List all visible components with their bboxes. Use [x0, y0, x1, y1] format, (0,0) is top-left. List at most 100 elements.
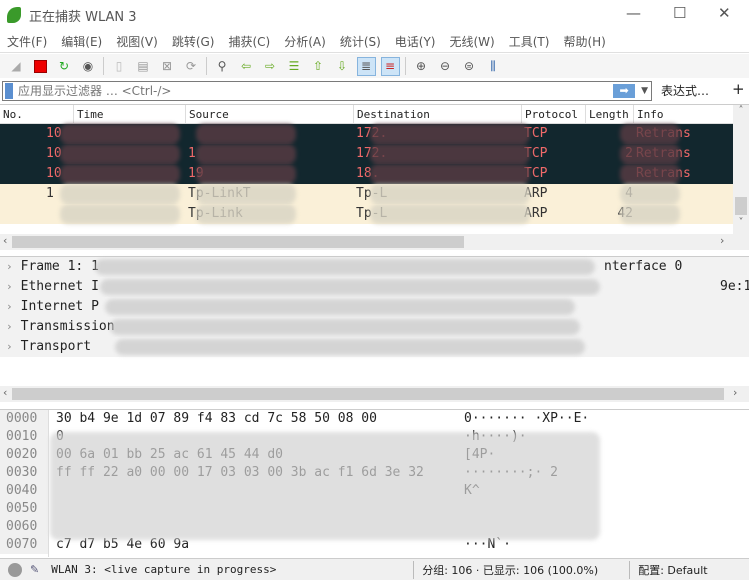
expression-button[interactable]: 表达式… [661, 82, 709, 99]
go-to-packet-icon[interactable]: ☰ [285, 57, 304, 76]
stop-capture-icon[interactable] [31, 57, 50, 76]
save-file-icon[interactable]: ▤ [134, 57, 153, 76]
packet-row[interactable]: 101918.TCPRetrans [0, 164, 749, 184]
expand-arrow-icon[interactable]: › [6, 300, 13, 313]
close-button[interactable]: ✕ [718, 4, 731, 22]
column-header-time[interactable]: Time [73, 105, 185, 123]
main-toolbar: ◢ ↻ ◉ ▯ ▤ ⊠ ⟳ ⚲ ⇦ ⇨ ☰ ⇧ ⇩ ≣ ≡ ⊕ ⊖ ⊜ ⫼ [0, 54, 749, 78]
hex-offset: 0060 [0, 518, 48, 536]
autoscroll-icon[interactable]: ≣ [356, 56, 376, 76]
display-filter-bar: ➡ ▼ [2, 81, 652, 101]
detail-tail: 9e:1 [720, 279, 749, 294]
packet-cell-protocol: TCP [524, 126, 548, 141]
menu-telephony[interactable]: 电话(Y) [395, 33, 436, 50]
column-header-destination[interactable]: Destination [353, 105, 521, 123]
zoom-in-icon[interactable]: ⊕ [412, 57, 431, 76]
detail-row[interactable]: › Frame 1: 1 nterface 0 [0, 257, 749, 277]
menu-capture[interactable]: 捕获(C) [228, 33, 270, 50]
hex-bytes: 30 b4 9e 1d 07 89 f4 83 cd 7c 58 50 08 0… [56, 411, 377, 426]
packet-row[interactable]: Tp-LinkTp-LARP42 [0, 204, 749, 224]
capture-options-icon[interactable]: ◉ [79, 57, 98, 76]
details-horizontal-scrollbar[interactable]: ‹ › [0, 386, 749, 402]
close-file-icon[interactable]: ⊠ [158, 57, 177, 76]
detail-row[interactable]: › Internet P [0, 297, 749, 317]
resize-columns-icon[interactable]: ⫼ [484, 57, 503, 76]
go-back-icon[interactable]: ⇦ [237, 57, 256, 76]
expand-arrow-icon[interactable]: › [6, 340, 13, 353]
hex-offset: 0010 [0, 428, 48, 446]
redacted-region [370, 204, 530, 224]
detail-row[interactable]: › Ethernet I 9e:1 [0, 277, 749, 297]
redacted-region [196, 144, 296, 164]
find-packet-icon[interactable]: ⚲ [213, 57, 232, 76]
hex-row[interactable]: 0000 30 b4 9e 1d 07 89 f4 83 cd 7c 58 50 … [0, 410, 749, 428]
hex-offset: 0020 [0, 446, 48, 464]
open-file-icon[interactable]: ▯ [110, 57, 129, 76]
go-forward-icon[interactable]: ⇨ [261, 57, 280, 76]
redacted-region [196, 164, 296, 184]
menu-analyze[interactable]: 分析(A) [284, 33, 326, 50]
expand-arrow-icon[interactable]: › [6, 280, 13, 293]
packet-list-horizontal-scrollbar[interactable]: ‹ › [0, 234, 749, 250]
column-header-source[interactable]: Source [185, 105, 353, 123]
redacted-region [196, 124, 296, 144]
profile-selector[interactable]: 配置: Default [638, 562, 707, 578]
status-bar: ✎ WLAN 3: <live capture in progress> 分组:… [0, 558, 749, 580]
menu-tools[interactable]: 工具(T) [509, 33, 550, 50]
menu-wireless[interactable]: 无线(W) [450, 33, 495, 50]
menu-statistics[interactable]: 统计(S) [340, 33, 381, 50]
redacted-region [105, 299, 575, 315]
redacted-region [100, 279, 600, 295]
menu-go[interactable]: 跳转(G) [172, 33, 215, 50]
redacted-region [60, 184, 180, 204]
expert-info-icon[interactable] [8, 562, 22, 577]
packet-list-header: No. Time Source Destination Protocol Len… [0, 105, 749, 124]
redacted-region [60, 124, 180, 144]
hex-offset: 0040 [0, 482, 48, 500]
packet-list-vertical-scrollbar[interactable]: ˄ ˅ [733, 105, 749, 235]
capture-comment-icon[interactable]: ✎ [30, 563, 39, 576]
detail-label: Transport [20, 339, 92, 354]
menu-view[interactable]: 视图(V) [116, 33, 158, 50]
detail-row[interactable]: › Transmission [0, 317, 749, 337]
expand-arrow-icon[interactable]: › [6, 260, 13, 273]
packet-row[interactable]: 10172.TCPRetrans [0, 124, 749, 144]
zoom-out-icon[interactable]: ⊖ [436, 57, 455, 76]
minimize-button[interactable]: — [626, 4, 641, 22]
column-header-info[interactable]: Info [633, 105, 748, 123]
hex-offset: 0070 [0, 536, 48, 554]
expand-arrow-icon[interactable]: › [6, 320, 13, 333]
apply-filter-arrow-icon[interactable]: ➡ [613, 84, 636, 98]
add-filter-button[interactable]: + [732, 80, 745, 98]
window-title: 正在捕获 WLAN 3 [29, 9, 137, 25]
menu-file[interactable]: 文件(F) [7, 33, 47, 50]
colorize-icon[interactable]: ≡ [380, 56, 400, 76]
zoom-normal-icon[interactable]: ⊜ [460, 57, 479, 76]
menu-edit[interactable]: 编辑(E) [61, 33, 102, 50]
column-header-no[interactable]: No. [0, 105, 73, 123]
redacted-region [196, 204, 296, 224]
capture-status: WLAN 3: <live capture in progress> [51, 563, 277, 576]
column-header-length[interactable]: Length [585, 105, 633, 123]
detail-row[interactable]: › Transport [0, 337, 749, 357]
reload-file-icon[interactable]: ⟳ [182, 57, 201, 76]
packet-bytes: 0000 30 b4 9e 1d 07 89 f4 83 cd 7c 58 50 … [0, 409, 749, 557]
menu-help[interactable]: 帮助(H) [563, 33, 605, 50]
redacted-region [620, 144, 680, 164]
detail-label: Frame 1: 1 [20, 259, 99, 274]
column-header-protocol[interactable]: Protocol [521, 105, 585, 123]
start-capture-icon[interactable]: ◢ [7, 57, 26, 76]
packet-row[interactable]: 1Tp-LinkTTp-LARP4 [0, 184, 749, 204]
go-first-icon[interactable]: ⇧ [309, 57, 328, 76]
packet-row[interactable]: 101172.TCP2Retrans [0, 144, 749, 164]
display-filter-input[interactable] [18, 84, 614, 98]
packet-count: 分组: 106 · 已显示: 106 (100.0%) [422, 563, 599, 577]
bookmark-icon[interactable] [5, 83, 13, 99]
restart-capture-icon[interactable]: ↻ [55, 57, 74, 76]
maximize-button[interactable]: ☐ [673, 4, 686, 22]
hex-ascii: 0······· ·XP··E· [464, 411, 590, 426]
redacted-region [370, 184, 530, 204]
redacted-region [95, 259, 595, 275]
filter-history-dropdown[interactable]: ▼ [641, 86, 648, 96]
go-last-icon[interactable]: ⇩ [333, 57, 352, 76]
